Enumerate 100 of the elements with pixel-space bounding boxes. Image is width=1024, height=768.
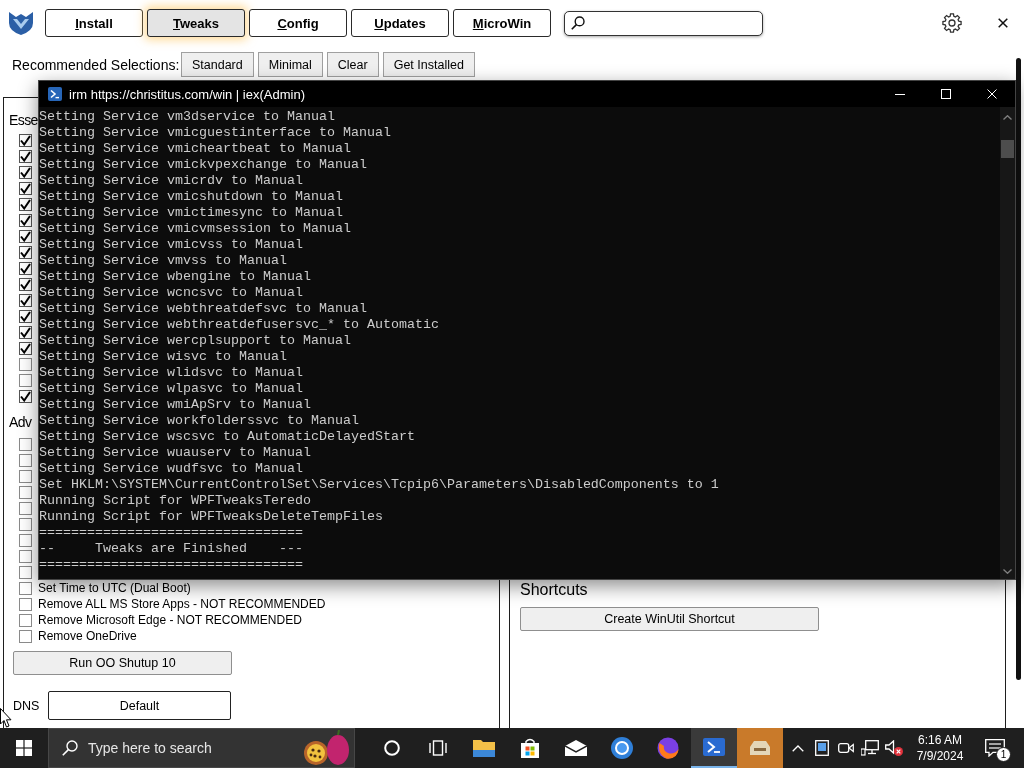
search-field[interactable] — [564, 10, 763, 36]
envelope-icon — [565, 740, 587, 756]
checkbox[interactable] — [19, 581, 32, 595]
checkbox[interactable] — [19, 165, 32, 179]
taskbar-search-bar[interactable]: Type here to search — [48, 728, 355, 768]
tab[interactable]: MicroWin — [453, 9, 551, 37]
recommended-label: Recommended Selections: — [12, 56, 177, 73]
checkbox-label[interactable]: Remove Microsoft Edge - NOT RECOMMENDED — [38, 612, 302, 628]
tab[interactable]: Tweaks — [147, 9, 245, 37]
console-line: Setting Service wercplsupport to Manual — [39, 333, 351, 349]
console-line: ================================= — [39, 525, 303, 541]
tab[interactable]: Updates — [351, 9, 449, 37]
checkmark-icon — [20, 294, 31, 306]
checkmark-icon — [20, 134, 31, 146]
console-line: Running Script for WPFTweaksDeleteTempFiles — [39, 509, 383, 525]
checkbox[interactable] — [19, 309, 32, 323]
console-line: Setting Service webthreatdefusersvc_* to Automatic — [39, 317, 439, 333]
checkbox[interactable] — [19, 453, 32, 467]
console-line: Setting Service wuauserv to Manual — [39, 445, 311, 461]
circle-icon — [384, 740, 400, 756]
folder-icon — [473, 739, 495, 757]
checkbox[interactable] — [19, 229, 32, 243]
console-line: Setting Service vmictimesync to Manual — [39, 205, 343, 221]
tab[interactable]: Config — [249, 9, 347, 37]
selection-button[interactable]: Clear — [326, 52, 379, 77]
checkbox[interactable] — [19, 533, 32, 547]
console-line: Setting Service vmicrdv to Manual — [39, 173, 303, 189]
maximize-icon[interactable] — [941, 89, 951, 99]
section-heading: Esse — [9, 111, 38, 130]
checkbox[interactable] — [19, 485, 32, 499]
checkbox[interactable] — [19, 325, 32, 339]
start-icon[interactable] — [16, 740, 32, 756]
checkbox[interactable] — [19, 469, 32, 483]
checkmark-icon — [20, 246, 31, 258]
console-line: Setting Service vmicshutdown to Manual — [39, 189, 343, 205]
taskbar-button[interactable] — [691, 728, 737, 768]
clock-time[interactable]: 6:16 AM — [918, 732, 962, 748]
checkbox[interactable] — [19, 357, 32, 371]
checkbox[interactable] — [19, 293, 32, 307]
tablet-icon[interactable] — [815, 740, 829, 756]
tab[interactable]: Install — [45, 9, 143, 37]
checkmark-icon — [20, 390, 31, 402]
minimize-icon[interactable] — [895, 93, 905, 95]
network-icon[interactable] — [861, 740, 879, 756]
console-line: Running Script for WPFTweaksTeredo — [39, 493, 311, 509]
shortcut-button[interactable]: Create WinUtil Shortcut — [520, 607, 819, 631]
scrollbar-thumb[interactable] — [1001, 140, 1014, 158]
checkmark-icon — [20, 262, 31, 274]
checkbox[interactable] — [19, 389, 32, 403]
checkbox[interactable] — [19, 549, 32, 563]
chevron-up-icon[interactable] — [792, 744, 804, 752]
fruit-icon — [302, 730, 350, 766]
clock-date[interactable]: 7/9/2024 — [916, 748, 964, 764]
checkbox[interactable] — [19, 341, 32, 355]
notification-badge: 1 — [996, 747, 1011, 762]
close-icon[interactable] — [998, 18, 1008, 28]
checkbox[interactable] — [19, 213, 32, 227]
checkmark-icon — [20, 182, 31, 194]
selection-button[interactable]: Get Installed — [382, 52, 475, 77]
checkbox[interactable] — [19, 261, 32, 275]
checkbox-label[interactable]: Remove ALL MS Store Apps - NOT RECOMMENDED — [38, 596, 326, 612]
section-heading: Adv — [9, 413, 32, 432]
checkbox[interactable] — [19, 517, 32, 531]
paper-tray-icon — [748, 739, 772, 757]
search-icon — [62, 740, 78, 756]
notification-icon[interactable] — [985, 739, 1005, 757]
checkbox[interactable] — [19, 565, 32, 579]
checkbox[interactable] — [19, 373, 32, 387]
scroll-up-icon[interactable] — [1003, 115, 1012, 120]
checkbox[interactable] — [19, 133, 32, 147]
checkbox[interactable] — [19, 613, 32, 627]
checkmark-icon — [20, 198, 31, 210]
checkbox-label[interactable]: Remove OneDrive — [38, 628, 137, 644]
checkbox[interactable] — [19, 437, 32, 451]
checkbox-label[interactable]: Set Time to UTC (Dual Boot) — [38, 580, 191, 596]
selection-button[interactable]: Standard — [181, 52, 254, 77]
search-input[interactable]: Type here to search — [88, 740, 302, 756]
checkbox[interactable] — [19, 629, 32, 643]
search-icon — [571, 16, 585, 30]
action-button[interactable]: Run OO Shutup 10 — [13, 651, 232, 675]
console-line: Setting Service wlpasvc to Manual — [39, 381, 303, 397]
checkbox[interactable] — [19, 277, 32, 291]
scrollbar-thumb[interactable] — [1016, 58, 1021, 680]
dns-dropdown[interactable]: Default — [48, 691, 231, 720]
console-line: ================================= — [39, 557, 303, 573]
checkbox[interactable] — [19, 597, 32, 611]
video-camera-icon[interactable] — [838, 741, 854, 755]
checkbox[interactable] — [19, 149, 32, 163]
checkbox[interactable] — [19, 501, 32, 515]
checkbox[interactable] — [19, 181, 32, 195]
settings-icon[interactable] — [942, 13, 962, 33]
checkmark-icon — [20, 326, 31, 338]
scroll-down-icon[interactable] — [1003, 569, 1012, 574]
console-line: Setting Service vmicvss to Manual — [39, 237, 303, 253]
checkbox[interactable] — [19, 197, 32, 211]
speaker-muted-icon[interactable] — [885, 740, 903, 756]
selection-button[interactable]: Minimal — [257, 52, 323, 77]
checkmark-icon — [20, 166, 31, 178]
checkmark-icon — [20, 278, 31, 290]
checkbox[interactable] — [19, 245, 32, 259]
